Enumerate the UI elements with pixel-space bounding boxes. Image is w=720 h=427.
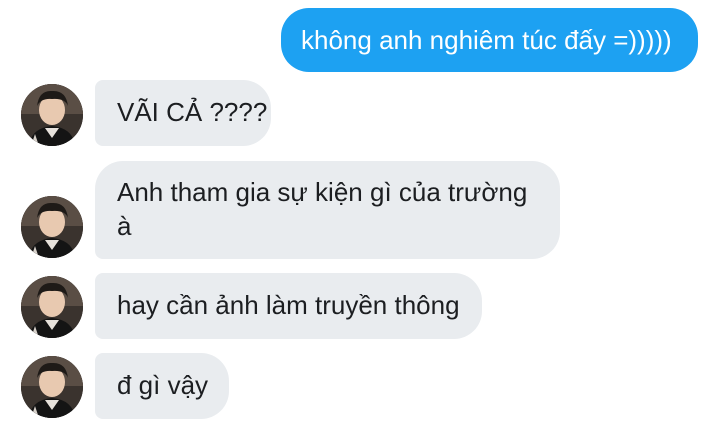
outgoing-message-bubble[interactable]: không anh nghiêm túc đấy =))))): [281, 8, 698, 72]
avatar-photo-icon: [21, 196, 83, 258]
contact-avatar[interactable]: [21, 84, 83, 146]
avatar-photo-icon: [21, 276, 83, 338]
contact-avatar[interactable]: [21, 196, 83, 258]
incoming-message-bubble[interactable]: Anh tham gia sự kiện gì của trường à: [95, 161, 560, 259]
message-text: đ gì vậy: [117, 370, 209, 400]
chat-thread: không anh nghiêm túc đấy =))))) VÃI CẢ ?…: [0, 0, 720, 427]
contact-avatar[interactable]: [21, 276, 83, 338]
contact-avatar[interactable]: [21, 356, 83, 418]
message-text: Anh tham gia sự kiện gì của trường à: [117, 177, 528, 241]
incoming-message-bubble[interactable]: đ gì vậy: [95, 353, 229, 419]
incoming-message-bubble[interactable]: hay cần ảnh làm truyền thông: [95, 273, 482, 339]
incoming-message-bubble[interactable]: VÃI CẢ ????: [95, 80, 271, 146]
message-text: không anh nghiêm túc đấy =))))): [301, 25, 672, 55]
avatar-photo-icon: [21, 356, 83, 418]
avatar-photo-icon: [21, 84, 83, 146]
message-text: VÃI CẢ ????: [117, 97, 268, 127]
message-text: hay cần ảnh làm truyền thông: [117, 290, 460, 320]
